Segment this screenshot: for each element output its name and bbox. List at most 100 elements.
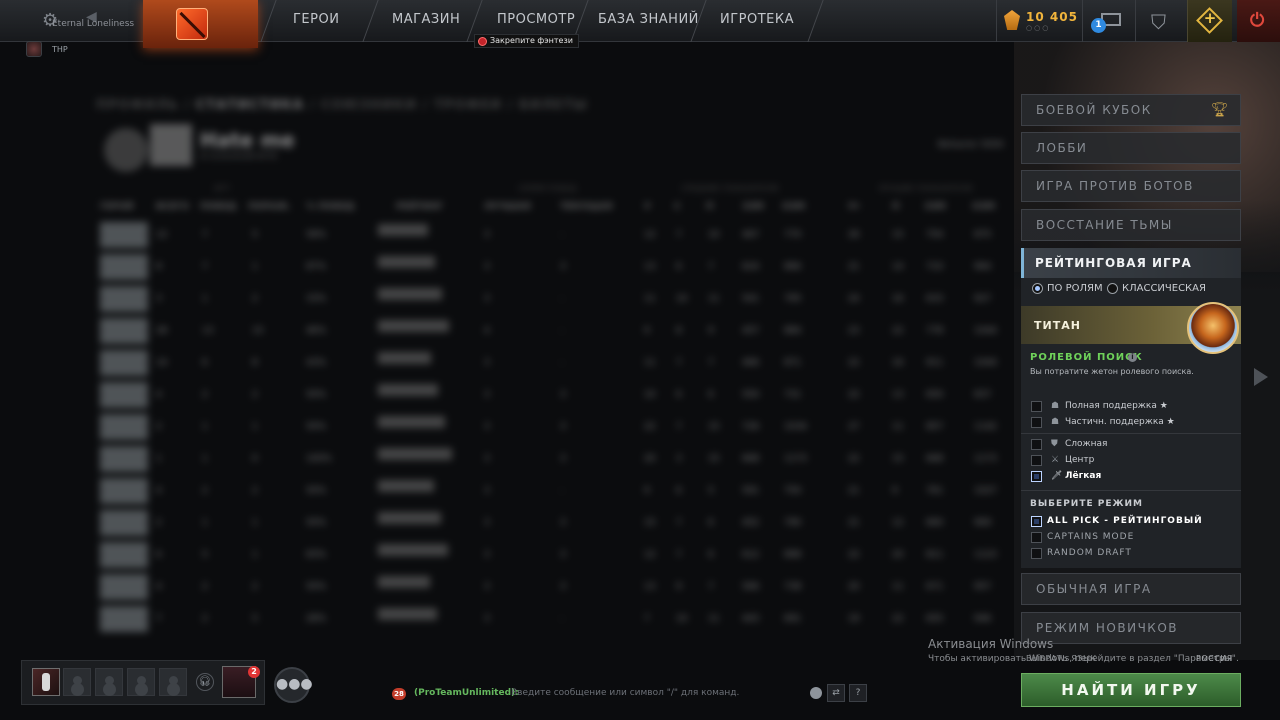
crumb-trophies[interactable]: ТРОФЕИ xyxy=(434,98,502,113)
ranked-game-header[interactable]: РЕЙТИНГОВАЯ ИГРА xyxy=(1021,248,1241,278)
region-value[interactable]: РОССИЯ xyxy=(1196,654,1233,663)
role-hard-support-checkbox[interactable] xyxy=(1031,401,1042,412)
party-slot[interactable] xyxy=(63,668,91,696)
mode-captains-checkbox[interactable] xyxy=(1031,532,1042,543)
nav-learn[interactable]: БАЗА ЗНАНИЙ xyxy=(598,12,699,27)
column-header[interactable]: С xyxy=(674,202,681,212)
role-safelane-label[interactable]: Лёгкая xyxy=(1065,471,1101,481)
player-subtitle: В СЕЗОННОЙ ИГРЕ xyxy=(200,152,278,161)
party-slot[interactable] xyxy=(127,668,155,696)
mode-battle-cup[interactable]: БОЕВОЙ КУБОК 🏆︎ xyxy=(1021,94,1241,126)
profile-name[interactable]: Eternal Loneliness xyxy=(52,19,134,29)
mode-random-draft-label[interactable]: RANDOM DRAFT xyxy=(1047,548,1132,558)
table-cell: 2 xyxy=(202,582,208,592)
guild-avatar[interactable] xyxy=(26,41,42,57)
chat-unread-badge[interactable]: 28 xyxy=(392,688,406,700)
table-cell: 467 xyxy=(742,230,760,240)
dota-plus-icon[interactable]: + xyxy=(1203,9,1217,27)
mode-all-pick-checkbox[interactable] xyxy=(1031,516,1042,527)
column-header[interactable]: ОЗМ xyxy=(972,202,995,212)
column-header[interactable]: ТЕКУЩАЯ xyxy=(560,202,612,212)
column-header[interactable]: % ПОБЕД xyxy=(306,202,354,212)
column-header[interactable]: У xyxy=(644,202,651,212)
mode-captains-label[interactable]: CAPTAINS MODE xyxy=(1047,532,1134,542)
table-row[interactable]: 14 6 8 43% 3 - 11 7 7 466 871 22 16 911 1044 xyxy=(96,348,1014,376)
column-header[interactable]: ПОБЕД xyxy=(200,202,236,212)
role-soft-support-label[interactable]: Частичн. поддержка ★ xyxy=(1065,417,1175,427)
table-cell: 898 xyxy=(784,550,802,560)
mode-random-draft-checkbox[interactable] xyxy=(1031,548,1042,559)
nav-watch[interactable]: ПРОСМОТР xyxy=(497,12,575,27)
crumb-profile[interactable]: ПРОФИЛЬ xyxy=(96,98,179,113)
chat-wheel-icon[interactable]: ⇄ xyxy=(827,684,845,702)
role-mid-checkbox[interactable] xyxy=(1031,455,1042,466)
role-offlane-checkbox[interactable] xyxy=(1031,439,1042,450)
radio-role-queue[interactable] xyxy=(1032,283,1043,294)
table-row[interactable]: 7 2 5 28% 3 - 7 10 11 443 691 19 22 655 946 xyxy=(96,604,1014,632)
column-header[interactable]: П xyxy=(892,202,900,212)
role-safelane-checkbox[interactable] xyxy=(1031,471,1042,482)
friends-icon[interactable]: ●●● xyxy=(274,667,313,703)
hero-portrait xyxy=(100,478,148,504)
mode-all-pick-label[interactable]: ALL PICK - РЕЙТИНГОВЫЙ xyxy=(1047,516,1203,526)
info-icon[interactable]: i xyxy=(1128,353,1137,362)
nav-heroes[interactable]: ГЕРОИ xyxy=(293,12,339,27)
table-row[interactable]: 3 1 2 33% 3 - 11 10 11 541 795 24 16 633 927 xyxy=(96,284,1014,312)
role-offlane-label[interactable]: Сложная xyxy=(1065,439,1107,449)
crumb-stats[interactable]: СТАТИСТИКА xyxy=(196,98,304,113)
mode-normal[interactable]: ОБЫЧНАЯ ИГРА xyxy=(1021,573,1241,605)
table-row[interactable]: 8 7 1 87% 3 3 13 6 7 624 866 21 14 710 964 xyxy=(96,252,1014,280)
column-header[interactable]: ВСЕГО xyxy=(156,202,189,212)
table-row[interactable]: 12 7 5 58% 3 - 12 7 10 467 770 26 15 754 875 xyxy=(96,220,1014,248)
guild-tag[interactable]: THP xyxy=(52,45,68,54)
column-header[interactable]: П xyxy=(706,202,714,212)
party-slot[interactable] xyxy=(159,668,187,696)
radio-classic-label[interactable]: КЛАССИЧЕСКАЯ xyxy=(1122,283,1206,294)
table-cell: 1123 xyxy=(974,550,997,560)
table-row[interactable]: 2 1 1 50% 3 3 22 7 15 726 1034 27 11 857 1142 xyxy=(96,412,1014,440)
table-row[interactable]: 28 13 15 46% 4 - 9 8 9 457 884 23 22 778 1044 xyxy=(96,316,1014,344)
table-row[interactable]: 1 1 0 100% 3 3 20 3 15 668 1173 22 15 668 1173 xyxy=(96,444,1014,472)
voice-headset-icon[interactable]: 🎧︎ xyxy=(196,673,214,691)
role-soft-support-checkbox[interactable] xyxy=(1031,417,1042,428)
crumb-tickets[interactable]: БИЛЕТЫ xyxy=(519,98,588,113)
column-header[interactable]: У▾ xyxy=(848,202,859,212)
column-header[interactable]: ЗЗМ xyxy=(924,202,946,212)
dota-logo-icon[interactable] xyxy=(176,8,208,40)
mode-bots[interactable]: ИГРА ПРОТИВ БОТОВ xyxy=(1021,170,1241,202)
nav-arcade[interactable]: ИГРОТЕКА xyxy=(720,12,794,27)
column-header[interactable]: ПОРАЖ. xyxy=(248,202,291,212)
column-header[interactable]: РЕЙТИНГ xyxy=(396,202,443,212)
party-self-avatar[interactable] xyxy=(32,668,60,696)
help-button[interactable]: ? xyxy=(849,684,867,702)
mode-new-player[interactable]: РЕЖИМ НОВИЧКОВ xyxy=(1021,612,1241,644)
table-row[interactable]: 4 2 2 50% 3 3 13 9 7 566 738 20 11 671 957 xyxy=(96,572,1014,600)
nav-store[interactable]: МАГАЗИН xyxy=(392,12,460,27)
radio-role-queue-label[interactable]: ПО РОЛЯМ xyxy=(1047,283,1103,294)
expand-arrow-icon[interactable] xyxy=(1254,368,1268,386)
table-row[interactable]: 6 5 1 83% 3 3 12 7 6 612 898 22 20 811 1123 xyxy=(96,540,1014,568)
emoticon-icon[interactable] xyxy=(810,687,822,699)
table-row[interactable]: 2 1 1 50% 3 3 15 7 6 452 790 21 12 660 969 xyxy=(96,508,1014,536)
column-header[interactable]: ЗЗМ xyxy=(742,202,764,212)
mode-dark-rising[interactable]: ВОССТАНИЕ ТЬМЫ xyxy=(1021,209,1241,241)
breadcrumb[interactable]: ПРОФИЛЬ / СТАТИСТИКА / СОЮЗНИКИ / ТРОФЕИ… xyxy=(96,98,588,113)
fantasy-banner[interactable]: Закрепите фэнтези xyxy=(474,34,579,48)
party-slot[interactable] xyxy=(95,668,123,696)
mode-lobby[interactable]: ЛОББИ xyxy=(1021,132,1241,164)
table-row[interactable]: 4 2 2 50% 3 - 9 6 5 591 750 21 9 761 1027 xyxy=(96,476,1014,504)
role-mid-label[interactable]: Центр xyxy=(1065,455,1094,465)
column-header[interactable]: ОЗМ xyxy=(782,202,805,212)
power-icon[interactable]: ⏻ xyxy=(1250,10,1264,31)
region-label[interactable]: ВЫБРАТЬ ЯЗЫК xyxy=(1026,654,1097,663)
column-header[interactable]: ЛУЧШАЯ xyxy=(484,202,531,212)
chat-input[interactable]: Введите сообщение или символ "/" для ком… xyxy=(511,688,739,698)
column-header[interactable]: ГЕРОЙ xyxy=(100,202,134,212)
find-match-button[interactable]: НАЙТИ ИГРУ xyxy=(1021,673,1241,707)
crumb-allies[interactable]: СОЮЗНИКИ xyxy=(321,98,417,113)
radio-classic[interactable] xyxy=(1107,283,1118,294)
table-row[interactable]: 4 2 2 50% 3 3 10 6 6 550 731 22 13 650 837 xyxy=(96,380,1014,408)
role-hard-support-label[interactable]: Полная поддержка ★ xyxy=(1065,401,1168,411)
chat-channel[interactable]: (ProTeamUnlimited): xyxy=(414,688,519,698)
armory-icon[interactable]: ⛉ xyxy=(1151,10,1166,34)
